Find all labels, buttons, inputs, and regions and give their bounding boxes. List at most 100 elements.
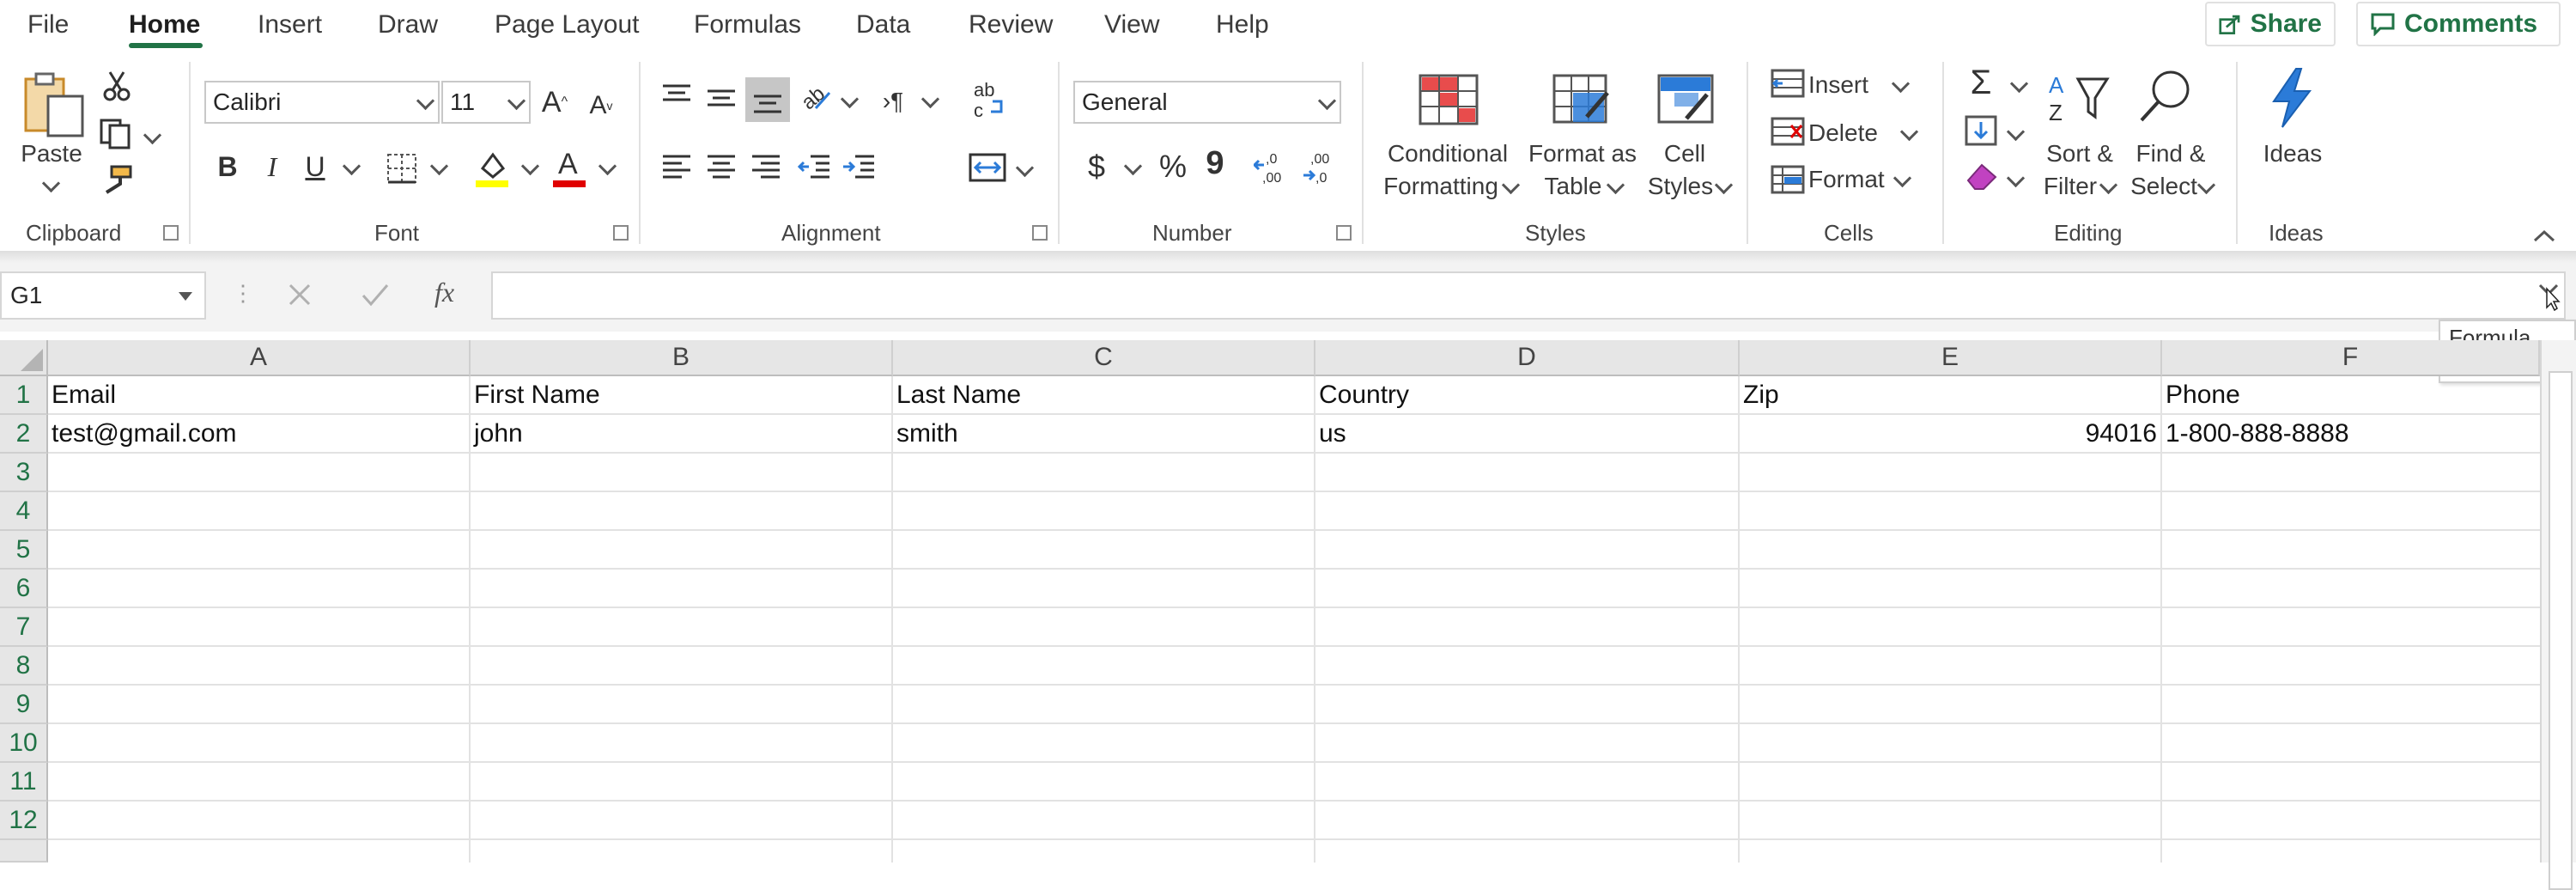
- currency-button[interactable]: $: [1084, 148, 1109, 186]
- row-header[interactable]: 4: [0, 492, 48, 531]
- tab-view[interactable]: View: [1104, 10, 1159, 40]
- cell-e2[interactable]: 94016: [1743, 415, 2157, 453]
- increase-decimal-icon[interactable]: ,0,00: [1254, 148, 1291, 186]
- column-header-a[interactable]: A: [48, 340, 471, 376]
- cell-f1[interactable]: Phone: [2166, 376, 2240, 414]
- sort-filter-line2[interactable]: Filter: [2037, 170, 2104, 203]
- row-header[interactable]: 12: [0, 802, 48, 840]
- font-launcher-icon[interactable]: [613, 225, 629, 241]
- fill-color-icon[interactable]: [474, 148, 510, 187]
- row-header[interactable]: 9: [0, 686, 48, 724]
- cell-d1[interactable]: Country: [1319, 376, 1409, 414]
- merge-center-icon[interactable]: [969, 153, 1006, 182]
- tab-page-layout[interactable]: Page Layout: [495, 10, 639, 40]
- column-header-b[interactable]: B: [471, 340, 893, 376]
- sort-filter-line1[interactable]: Sort &: [2038, 137, 2121, 170]
- orientation-icon[interactable]: ab: [799, 79, 833, 113]
- insert-cells-label[interactable]: Insert: [1808, 69, 1868, 101]
- number-format-select[interactable]: General: [1073, 81, 1341, 124]
- paragraph-direction-icon[interactable]: ›¶: [874, 84, 912, 119]
- italic-button[interactable]: I: [259, 148, 285, 186]
- decrease-indent-icon[interactable]: [797, 153, 831, 179]
- insert-function-icon[interactable]: fx: [434, 277, 454, 308]
- format-cells-label[interactable]: Format: [1808, 163, 1885, 196]
- share-button[interactable]: Share: [2205, 2, 2336, 46]
- delete-cells-label[interactable]: Delete: [1808, 117, 1878, 149]
- clipboard-launcher-icon[interactable]: [163, 225, 179, 241]
- row-header[interactable]: 3: [0, 454, 48, 492]
- cut-icon[interactable]: [101, 70, 132, 101]
- column-header-d[interactable]: D: [1315, 340, 1740, 376]
- format-painter-icon[interactable]: [100, 165, 134, 196]
- bottom-align-icon[interactable]: [752, 88, 783, 117]
- tab-data[interactable]: Data: [856, 10, 910, 40]
- cell-e1[interactable]: Zip: [1743, 376, 1779, 414]
- vertical-scrollbar[interactable]: [2540, 340, 2576, 890]
- tab-insert[interactable]: Insert: [258, 10, 322, 40]
- cell-styles-line2[interactable]: Styles: [1643, 170, 1717, 203]
- increase-indent-icon[interactable]: [841, 153, 876, 179]
- paste-label[interactable]: Paste: [17, 137, 86, 170]
- sort-filter-icon[interactable]: AZ: [2047, 69, 2111, 125]
- cell-a2[interactable]: test@gmail.com: [52, 415, 237, 453]
- column-header-e[interactable]: E: [1740, 340, 2162, 376]
- row-header[interactable]: 8: [0, 647, 48, 686]
- center-icon[interactable]: [706, 153, 737, 179]
- middle-align-icon[interactable]: [706, 86, 737, 112]
- cell-a1[interactable]: Email: [52, 376, 116, 414]
- tab-draw[interactable]: Draw: [378, 10, 438, 40]
- conditional-formatting-icon[interactable]: [1419, 74, 1479, 125]
- row-header[interactable]: 5: [0, 531, 48, 570]
- find-select-line1[interactable]: Find &: [2128, 137, 2214, 170]
- cell-styles-line1[interactable]: Cell: [1649, 137, 1721, 170]
- find-select-icon[interactable]: [2136, 67, 2195, 125]
- format-as-table-line1[interactable]: Format as: [1520, 137, 1645, 170]
- tab-file[interactable]: File: [27, 10, 69, 40]
- format-cells-icon[interactable]: [1771, 165, 1805, 194]
- cell-b2[interactable]: john: [474, 415, 523, 453]
- row-header[interactable]: 1: [0, 376, 48, 415]
- fill-icon[interactable]: [1965, 115, 1997, 146]
- underline-button[interactable]: U: [302, 148, 328, 186]
- decrease-decimal-icon[interactable]: ,00,0: [1302, 148, 1340, 186]
- cell-b1[interactable]: First Name: [474, 376, 600, 414]
- alignment-launcher-icon[interactable]: [1032, 225, 1048, 241]
- paste-icon[interactable]: [22, 70, 89, 139]
- name-box[interactable]: G1: [0, 271, 206, 320]
- name-box-dropdown-icon[interactable]: [179, 292, 192, 301]
- scrollbar-thumb[interactable]: [2549, 371, 2573, 890]
- cell-d2[interactable]: us: [1319, 415, 1346, 453]
- tab-formulas[interactable]: Formulas: [694, 10, 801, 40]
- bold-button[interactable]: B: [215, 148, 240, 186]
- cell-c1[interactable]: Last Name: [896, 376, 1021, 414]
- format-as-table-icon[interactable]: [1552, 74, 1613, 127]
- wrap-text-icon[interactable]: abc: [972, 81, 1006, 120]
- expand-formula-bar-icon[interactable]: [2537, 280, 2562, 311]
- align-left-icon[interactable]: [661, 153, 692, 179]
- cell-c2[interactable]: smith: [896, 415, 958, 453]
- percent-button[interactable]: %: [1156, 148, 1190, 186]
- tab-review[interactable]: Review: [969, 10, 1053, 40]
- comma-style-button[interactable]: 9: [1202, 144, 1228, 182]
- cancel-entry-icon[interactable]: [287, 282, 313, 308]
- row-header[interactable]: 10: [0, 724, 48, 763]
- tab-help[interactable]: Help: [1216, 10, 1269, 40]
- format-as-table-line2[interactable]: Table: [1528, 170, 1618, 203]
- find-select-line2[interactable]: Select: [2124, 170, 2203, 203]
- ideas-button-label[interactable]: Ideas: [2258, 137, 2327, 170]
- collapse-ribbon-icon[interactable]: [2531, 229, 2557, 244]
- top-align-icon[interactable]: [661, 82, 692, 108]
- conditional-formatting-line1[interactable]: Conditional: [1370, 137, 1525, 170]
- column-header-c[interactable]: C: [893, 340, 1315, 376]
- ideas-icon[interactable]: [2267, 67, 2317, 129]
- align-right-icon[interactable]: [750, 153, 781, 179]
- comments-button[interactable]: Comments: [2356, 2, 2561, 46]
- row-header[interactable]: 2: [0, 415, 48, 454]
- conditional-formatting-line2[interactable]: Formatting: [1369, 170, 1513, 203]
- column-header-f[interactable]: F: [2162, 340, 2540, 376]
- copy-icon[interactable]: [100, 119, 134, 149]
- autosum-icon[interactable]: Σ: [1966, 64, 1996, 101]
- font-color-icon[interactable]: A: [551, 146, 587, 187]
- cell-styles-icon[interactable]: [1657, 74, 1717, 127]
- borders-icon[interactable]: [385, 151, 419, 186]
